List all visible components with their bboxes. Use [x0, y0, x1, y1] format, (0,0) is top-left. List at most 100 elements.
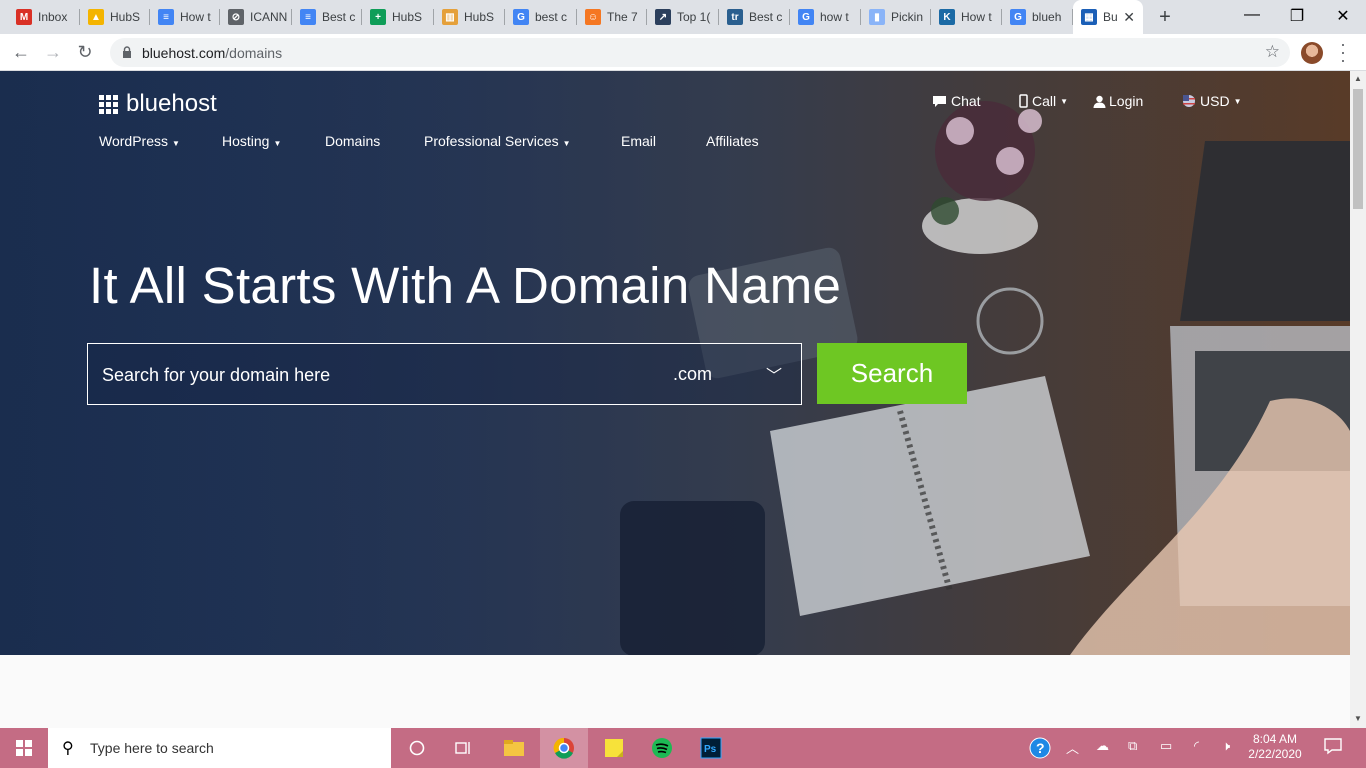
chrome-menu-icon[interactable]: · · ·	[1338, 35, 1348, 69]
browser-tab[interactable]: Gbest c	[505, 4, 577, 30]
nav-email-label: Email	[621, 133, 657, 149]
chart-icon: ↗	[655, 9, 671, 25]
chrome-taskbar-icon[interactable]	[540, 728, 588, 768]
task-view-icon[interactable]	[450, 734, 478, 762]
browser-tab[interactable]: ▮ Pickin	[861, 4, 931, 30]
speaker-muted-icon[interactable]: 🕨	[1222, 738, 1230, 754]
browser-tab-label: Inbox	[38, 10, 68, 24]
profile-avatar[interactable]	[1301, 42, 1323, 64]
address-bar[interactable]: bluehost.com/domains ☆	[110, 38, 1290, 67]
browser-tab[interactable]: ▲ HubS	[80, 4, 150, 30]
domain-search-input[interactable]	[102, 360, 642, 390]
search-button[interactable]: Search	[817, 343, 967, 404]
browser-tab-label: blueh	[1032, 10, 1062, 24]
caret-down-icon: ▼	[171, 139, 180, 148]
url-path: /domains	[225, 45, 283, 61]
onedrive-cloud-icon[interactable]: ☁	[1096, 738, 1109, 754]
wifi-icon[interactable]: ◜	[1194, 738, 1199, 754]
browser-tab[interactable]: Ghow t	[790, 4, 861, 30]
google-icon: G	[1010, 9, 1026, 25]
tld-selected-value[interactable]: .com	[673, 364, 712, 385]
notifications-icon[interactable]	[1324, 737, 1342, 758]
browser-tab[interactable]: Gblueh	[1002, 4, 1073, 30]
browser-tab[interactable]: ▥ HubS	[434, 4, 505, 30]
windows-logo-icon	[16, 740, 32, 756]
close-window-button[interactable]: ✕	[1333, 6, 1353, 26]
battery-icon[interactable]: ▭	[1160, 738, 1172, 754]
scroll-up-arrow-icon[interactable]: ▲	[1354, 74, 1362, 83]
browser-tab[interactable]: tr Best c	[719, 4, 790, 30]
chat-label: Chat	[951, 93, 981, 109]
show-hidden-icons-chevron-icon[interactable]: ︿	[1066, 738, 1079, 757]
clock-time: 8:04 AM	[1252, 732, 1298, 746]
minimize-button[interactable]: —	[1242, 6, 1262, 24]
maximize-button[interactable]: ❐	[1287, 6, 1307, 26]
phone-icon	[1019, 94, 1028, 108]
page-headline: It All Starts With A Domain Name	[89, 257, 842, 314]
browser-tab[interactable]: K How t	[931, 4, 1002, 30]
nav-domains[interactable]: Domains	[325, 133, 380, 149]
google-docs-icon: ≡	[300, 9, 316, 25]
back-button[interactable]: ←	[10, 42, 32, 62]
sticky-notes-icon[interactable]	[600, 734, 628, 762]
google-icon: G	[513, 9, 529, 25]
windows-start-button[interactable]	[0, 728, 48, 768]
scroll-thumb[interactable]	[1353, 89, 1363, 209]
close-tab-icon[interactable]: ✕	[1123, 9, 1135, 26]
chat-link[interactable]: Chat	[932, 93, 981, 109]
login-link[interactable]: Login	[1093, 93, 1143, 109]
caret-down-icon: ▼	[1060, 96, 1069, 106]
caret-down-icon: ▼	[562, 139, 571, 148]
nav-wordpress[interactable]: WordPress ▼	[99, 133, 180, 149]
reload-button[interactable]: ↻	[74, 42, 96, 62]
browser-tab[interactable]: ☺ The 7	[577, 4, 647, 30]
scroll-down-arrow-icon[interactable]: ▼	[1354, 714, 1362, 723]
bookmark-star-icon[interactable]: ☆	[1265, 42, 1280, 62]
caret-down-icon: ▼	[1233, 96, 1242, 106]
url-text: bluehost.com/domains	[142, 45, 282, 61]
cortana-icon[interactable]	[403, 734, 431, 762]
file-explorer-icon[interactable]	[500, 734, 528, 762]
icann-icon: ⊘	[228, 9, 244, 25]
user-icon	[1093, 95, 1106, 108]
google-sheets-icon: +	[370, 9, 386, 25]
nav-wordpress-label: WordPress	[99, 133, 168, 149]
page-scrollbar[interactable]: ▲ ▼	[1350, 71, 1366, 728]
bookmark-icon: ▮	[869, 9, 885, 25]
browser-tab[interactable]: ↗ Top 1(	[647, 4, 719, 30]
browser-tab-label: The 7	[607, 10, 638, 24]
photoshop-icon[interactable]: Ps	[697, 734, 725, 762]
browser-tab[interactable]: M Inbox	[8, 4, 80, 30]
currency-selector[interactable]: USD ▼	[1183, 93, 1241, 109]
help-icon[interactable]: ?	[1029, 737, 1051, 762]
trello-icon: ▥	[442, 9, 458, 25]
nav-domains-label: Domains	[325, 133, 381, 149]
system-clock[interactable]: 8:04 AM 2/22/2020	[1240, 732, 1310, 762]
browser-tab[interactable]: ≡ How t	[150, 4, 220, 30]
taskbar-search-box[interactable]: ⚲ Type here to search	[48, 728, 391, 768]
forward-button[interactable]: →	[42, 42, 64, 62]
call-link[interactable]: Call ▼	[1019, 93, 1068, 109]
browser-tab[interactable]: ⊘ ICANN	[220, 4, 292, 30]
svg-text:?: ?	[1036, 740, 1045, 756]
browser-tab-label: Best c	[749, 10, 783, 24]
clock-date: 2/22/2020	[1248, 747, 1302, 761]
search-icon: ⚲	[62, 740, 74, 757]
nav-affiliates[interactable]: Affiliates	[706, 133, 759, 149]
chevron-down-icon[interactable]: ﹀	[766, 362, 782, 386]
bluehost-logo[interactable]: bluehost	[99, 90, 217, 118]
nav-email[interactable]: Email	[621, 133, 656, 149]
browser-tab-label: HubS	[392, 10, 423, 24]
windows-taskbar: ⚲ Type here to search Ps ? ︿ ☁ ⧉ ▭ ◜ 🕨 8…	[0, 728, 1366, 768]
network-adapter-icon[interactable]: ⧉	[1128, 738, 1137, 754]
browser-tab[interactable]: ▦ Bu ✕	[1073, 0, 1143, 34]
bluehost-icon: ▦	[1081, 9, 1097, 25]
nav-professional-services[interactable]: Professional Services ▼	[424, 133, 571, 149]
browser-tab[interactable]: + HubS	[362, 4, 434, 30]
spotify-icon[interactable]	[648, 734, 676, 762]
nav-hosting[interactable]: Hosting ▼	[222, 133, 281, 149]
browser-tab-label: How t	[180, 10, 211, 24]
browser-tab-label: Pickin	[891, 10, 924, 24]
browser-tab[interactable]: ≡ Best c	[292, 4, 362, 30]
new-tab-button[interactable]: +	[1155, 6, 1175, 29]
